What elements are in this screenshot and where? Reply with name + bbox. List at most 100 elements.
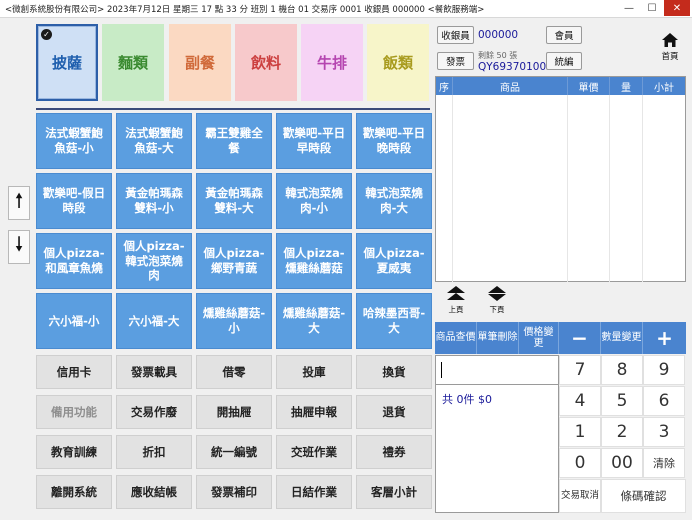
col-seq: 序: [436, 77, 453, 95]
product-button[interactable]: 個人pizza-夏威夷: [356, 233, 432, 289]
minus-button[interactable]: −: [559, 322, 601, 354]
col-item: 商品: [453, 77, 568, 95]
backup-function-button[interactable]: 備用功能: [36, 395, 112, 429]
arrow-down-icon: 🠗: [14, 232, 24, 256]
customer-subtotal-button[interactable]: 客層小計: [356, 475, 432, 509]
key-2[interactable]: 2: [601, 417, 643, 447]
key-4[interactable]: 4: [559, 386, 601, 416]
product-button[interactable]: 個人pizza-燻雞絲蘑菇: [276, 233, 352, 289]
key-7[interactable]: 7: [559, 355, 601, 385]
void-transaction-button[interactable]: 交易作廢: [116, 395, 192, 429]
cancel-transaction-button[interactable]: 交易取消: [559, 479, 601, 513]
key-8[interactable]: 8: [601, 355, 643, 385]
price-query-button[interactable]: 商品查價: [435, 322, 477, 354]
check-icon: ✓: [41, 29, 52, 40]
open-drawer-button[interactable]: 開抽屜: [196, 395, 272, 429]
barcode-confirm-button[interactable]: 條碼確認: [601, 479, 686, 513]
product-button[interactable]: 六小福-小: [36, 293, 112, 349]
maximize-button[interactable]: ☐: [641, 0, 663, 16]
receivable-checkout-button[interactable]: 應收結帳: [116, 475, 192, 509]
product-button[interactable]: 歡樂吧-平日早時段: [276, 113, 352, 169]
category-tab-pizza[interactable]: ✓ 披薩: [36, 24, 98, 101]
product-button[interactable]: 韓式泡菜燒肉-小: [276, 173, 352, 229]
pos-app: ✓ 披薩 麵類 副餐 飲料 牛排 飯類 🠕 🠗 法式蝦蟹鮑魚菇-小 法式蝦蟹鮑魚…: [0, 18, 692, 520]
arrow-up-icon: 🠕: [14, 188, 24, 212]
prev-page-button[interactable]: 上頁: [441, 285, 471, 319]
training-button[interactable]: 教育訓練: [36, 435, 112, 469]
category-tab-sides[interactable]: 副餐: [169, 24, 231, 101]
category-tab-drinks[interactable]: 飲料: [235, 24, 297, 101]
text-caret: [441, 362, 442, 378]
deposit-button[interactable]: 投庫: [276, 355, 352, 389]
shift-handover-button[interactable]: 交班作業: [276, 435, 352, 469]
key-5[interactable]: 5: [601, 386, 643, 416]
category-label: 副餐: [184, 54, 215, 72]
invoice-reprint-button[interactable]: 發票補印: [196, 475, 272, 509]
home-button[interactable]: 首頁: [652, 32, 688, 72]
product-button[interactable]: 法式蝦蟹鮑魚菇-小: [36, 113, 112, 169]
tax-id-entry-button[interactable]: 統編: [546, 52, 582, 70]
category-label: 麵類: [117, 54, 148, 72]
credit-card-button[interactable]: 信用卡: [36, 355, 112, 389]
key-3[interactable]: 3: [643, 417, 685, 447]
cashier-button[interactable]: 收銀員: [437, 26, 474, 44]
product-button[interactable]: 燻雞絲蘑菇-大: [276, 293, 352, 349]
key-6[interactable]: 6: [643, 386, 685, 416]
next-page-button[interactable]: 下頁: [482, 285, 512, 319]
invoice-number: QY69370100: [478, 61, 547, 73]
product-button[interactable]: 六小福-大: [116, 293, 192, 349]
category-label: 牛排: [316, 54, 347, 72]
home-icon: [662, 33, 678, 47]
member-button[interactable]: 會員: [546, 26, 582, 44]
product-button[interactable]: 黃金帕瑪森雙料-大: [196, 173, 272, 229]
product-button[interactable]: 個人pizza-鄉野青蔬: [196, 233, 272, 289]
product-button[interactable]: 歡樂吧-假日時段: [36, 173, 112, 229]
plus-button[interactable]: +: [643, 322, 686, 354]
minimize-button[interactable]: —: [618, 0, 640, 16]
borrow-change-button[interactable]: 借零: [196, 355, 272, 389]
key-0[interactable]: 0: [559, 448, 601, 478]
category-tab-rice[interactable]: 飯類: [367, 24, 429, 101]
title-bar: <微創系統股份有限公司> 2023年7月12日 星期三 17 點 33 分 班別…: [0, 0, 692, 18]
column-divider: [452, 95, 453, 282]
prev-page-label: 上頁: [448, 305, 464, 314]
qty-change-button[interactable]: 數量變更: [601, 322, 643, 354]
cashier-value: 000000: [478, 29, 519, 41]
key-9[interactable]: 9: [643, 355, 685, 385]
product-button[interactable]: 哈辣墨西哥-大: [356, 293, 432, 349]
delete-item-button[interactable]: 單筆刪除: [477, 322, 519, 354]
scroll-up-button[interactable]: 🠕: [8, 186, 30, 220]
product-button[interactable]: 燻雞絲蘑菇-小: [196, 293, 272, 349]
key-1[interactable]: 1: [559, 417, 601, 447]
scroll-down-button[interactable]: 🠗: [8, 230, 30, 264]
product-button[interactable]: 歡樂吧-平日晚時段: [356, 113, 432, 169]
category-label: 披薩: [51, 54, 82, 72]
exchange-button[interactable]: 換貨: [356, 355, 432, 389]
invoice-carrier-button[interactable]: 發票載具: [116, 355, 192, 389]
discount-button[interactable]: 折扣: [116, 435, 192, 469]
barcode-input[interactable]: [435, 355, 559, 385]
price-change-button[interactable]: 價格變更: [519, 322, 559, 354]
drawer-report-button[interactable]: 抽屜申報: [276, 395, 352, 429]
window-title: <微創系統股份有限公司> 2023年7月12日 星期三 17 點 33 分 班別…: [5, 5, 485, 15]
clear-button[interactable]: 清除: [643, 448, 685, 478]
refund-button[interactable]: 退貨: [356, 395, 432, 429]
category-label: 飯類: [382, 54, 413, 72]
category-tab-noodles[interactable]: 麵類: [102, 24, 164, 101]
close-button[interactable]: ✕: [664, 0, 690, 16]
category-tab-steak[interactable]: 牛排: [301, 24, 363, 101]
gift-voucher-button[interactable]: 禮券: [356, 435, 432, 469]
product-button[interactable]: 韓式泡菜燒肉-大: [356, 173, 432, 229]
daily-close-button[interactable]: 日結作業: [276, 475, 352, 509]
product-button[interactable]: 法式蝦蟹鮑魚菇-大: [116, 113, 192, 169]
invoice-button[interactable]: 發票: [437, 52, 474, 70]
order-table[interactable]: 序 商品 單價 量 小計: [435, 76, 686, 282]
home-label: 首頁: [661, 52, 679, 62]
exit-system-button[interactable]: 離開系統: [36, 475, 112, 509]
tax-id-button[interactable]: 統一編號: [196, 435, 272, 469]
product-button[interactable]: 個人pizza-韓式泡菜燒肉: [116, 233, 192, 289]
product-button[interactable]: 霸王雙雞全餐: [196, 113, 272, 169]
key-00[interactable]: 00: [601, 448, 643, 478]
product-button[interactable]: 黃金帕瑪森雙料-小: [116, 173, 192, 229]
product-button[interactable]: 個人pizza-和風章魚燒: [36, 233, 112, 289]
